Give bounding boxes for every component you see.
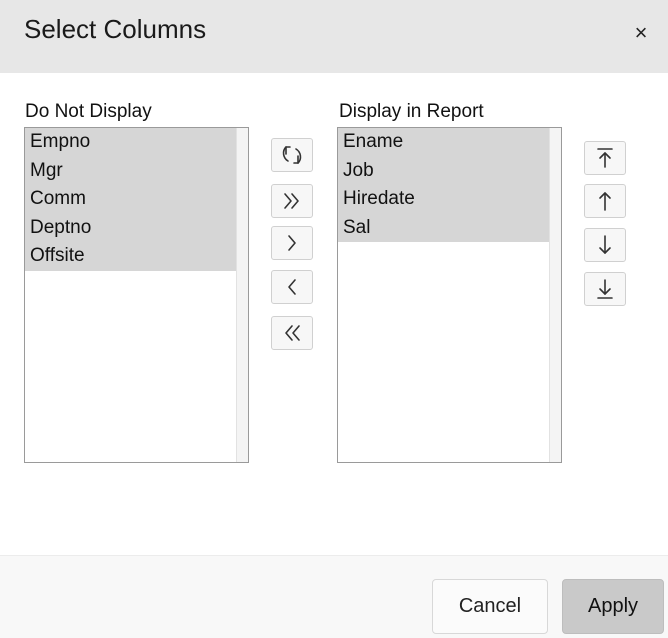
dialog-body: Do Not Display Empno Mgr Comm Deptno Offsite	[0, 73, 668, 555]
double-chevron-left-icon	[285, 325, 300, 341]
chevron-left-icon	[288, 279, 296, 295]
reset-icon	[282, 146, 302, 164]
move-all-button[interactable]	[271, 184, 313, 218]
double-chevron-right-icon	[284, 193, 299, 209]
selected-list-item[interactable]: Hiredate	[338, 185, 549, 214]
selected-list-item[interactable]: Job	[338, 156, 549, 185]
move-button[interactable]	[271, 226, 313, 260]
move-top-button[interactable]	[584, 141, 626, 175]
available-list-item[interactable]: Deptno	[25, 213, 236, 242]
selected-list-item[interactable]: Ename	[338, 128, 549, 157]
move-up-button[interactable]	[584, 184, 626, 218]
dialog-titlebar: Select Columns ×	[0, 0, 668, 73]
arrow-down-icon	[599, 235, 611, 254]
available-listbox[interactable]: Empno Mgr Comm Deptno Offsite	[24, 127, 249, 463]
close-icon: ×	[634, 20, 648, 45]
arrow-up-icon	[599, 192, 611, 211]
cancel-button[interactable]: Cancel	[432, 579, 548, 634]
move-bottom-button[interactable]	[584, 272, 626, 306]
move-down-button[interactable]	[584, 228, 626, 262]
available-list-label: Do Not Display	[25, 101, 152, 122]
available-list-item[interactable]: Comm	[25, 185, 236, 214]
arrow-bottom-icon	[597, 279, 613, 299]
remove-button[interactable]	[271, 270, 313, 304]
selected-items: Ename Job Hiredate Sal	[338, 128, 549, 242]
arrow-top-icon	[597, 148, 613, 168]
selected-scrollbar[interactable]	[549, 128, 561, 462]
selected-list-item[interactable]: Sal	[338, 213, 549, 242]
remove-all-button[interactable]	[271, 316, 313, 350]
dialog-title: Select Columns	[24, 14, 207, 44]
dialog-footer: Cancel Apply	[0, 555, 668, 638]
available-list-item[interactable]: Empno	[25, 128, 236, 157]
chevron-right-icon	[288, 235, 296, 251]
selected-list-label: Display in Report	[339, 101, 484, 122]
apply-button[interactable]: Apply	[562, 579, 664, 634]
available-list-item[interactable]: Offsite	[25, 242, 236, 271]
selected-listbox[interactable]: Ename Job Hiredate Sal	[337, 127, 562, 463]
available-items: Empno Mgr Comm Deptno Offsite	[25, 128, 236, 271]
available-list-item[interactable]: Mgr	[25, 156, 236, 185]
available-scrollbar[interactable]	[236, 128, 248, 462]
close-button[interactable]: ×	[622, 16, 660, 50]
reset-button[interactable]	[271, 138, 313, 172]
